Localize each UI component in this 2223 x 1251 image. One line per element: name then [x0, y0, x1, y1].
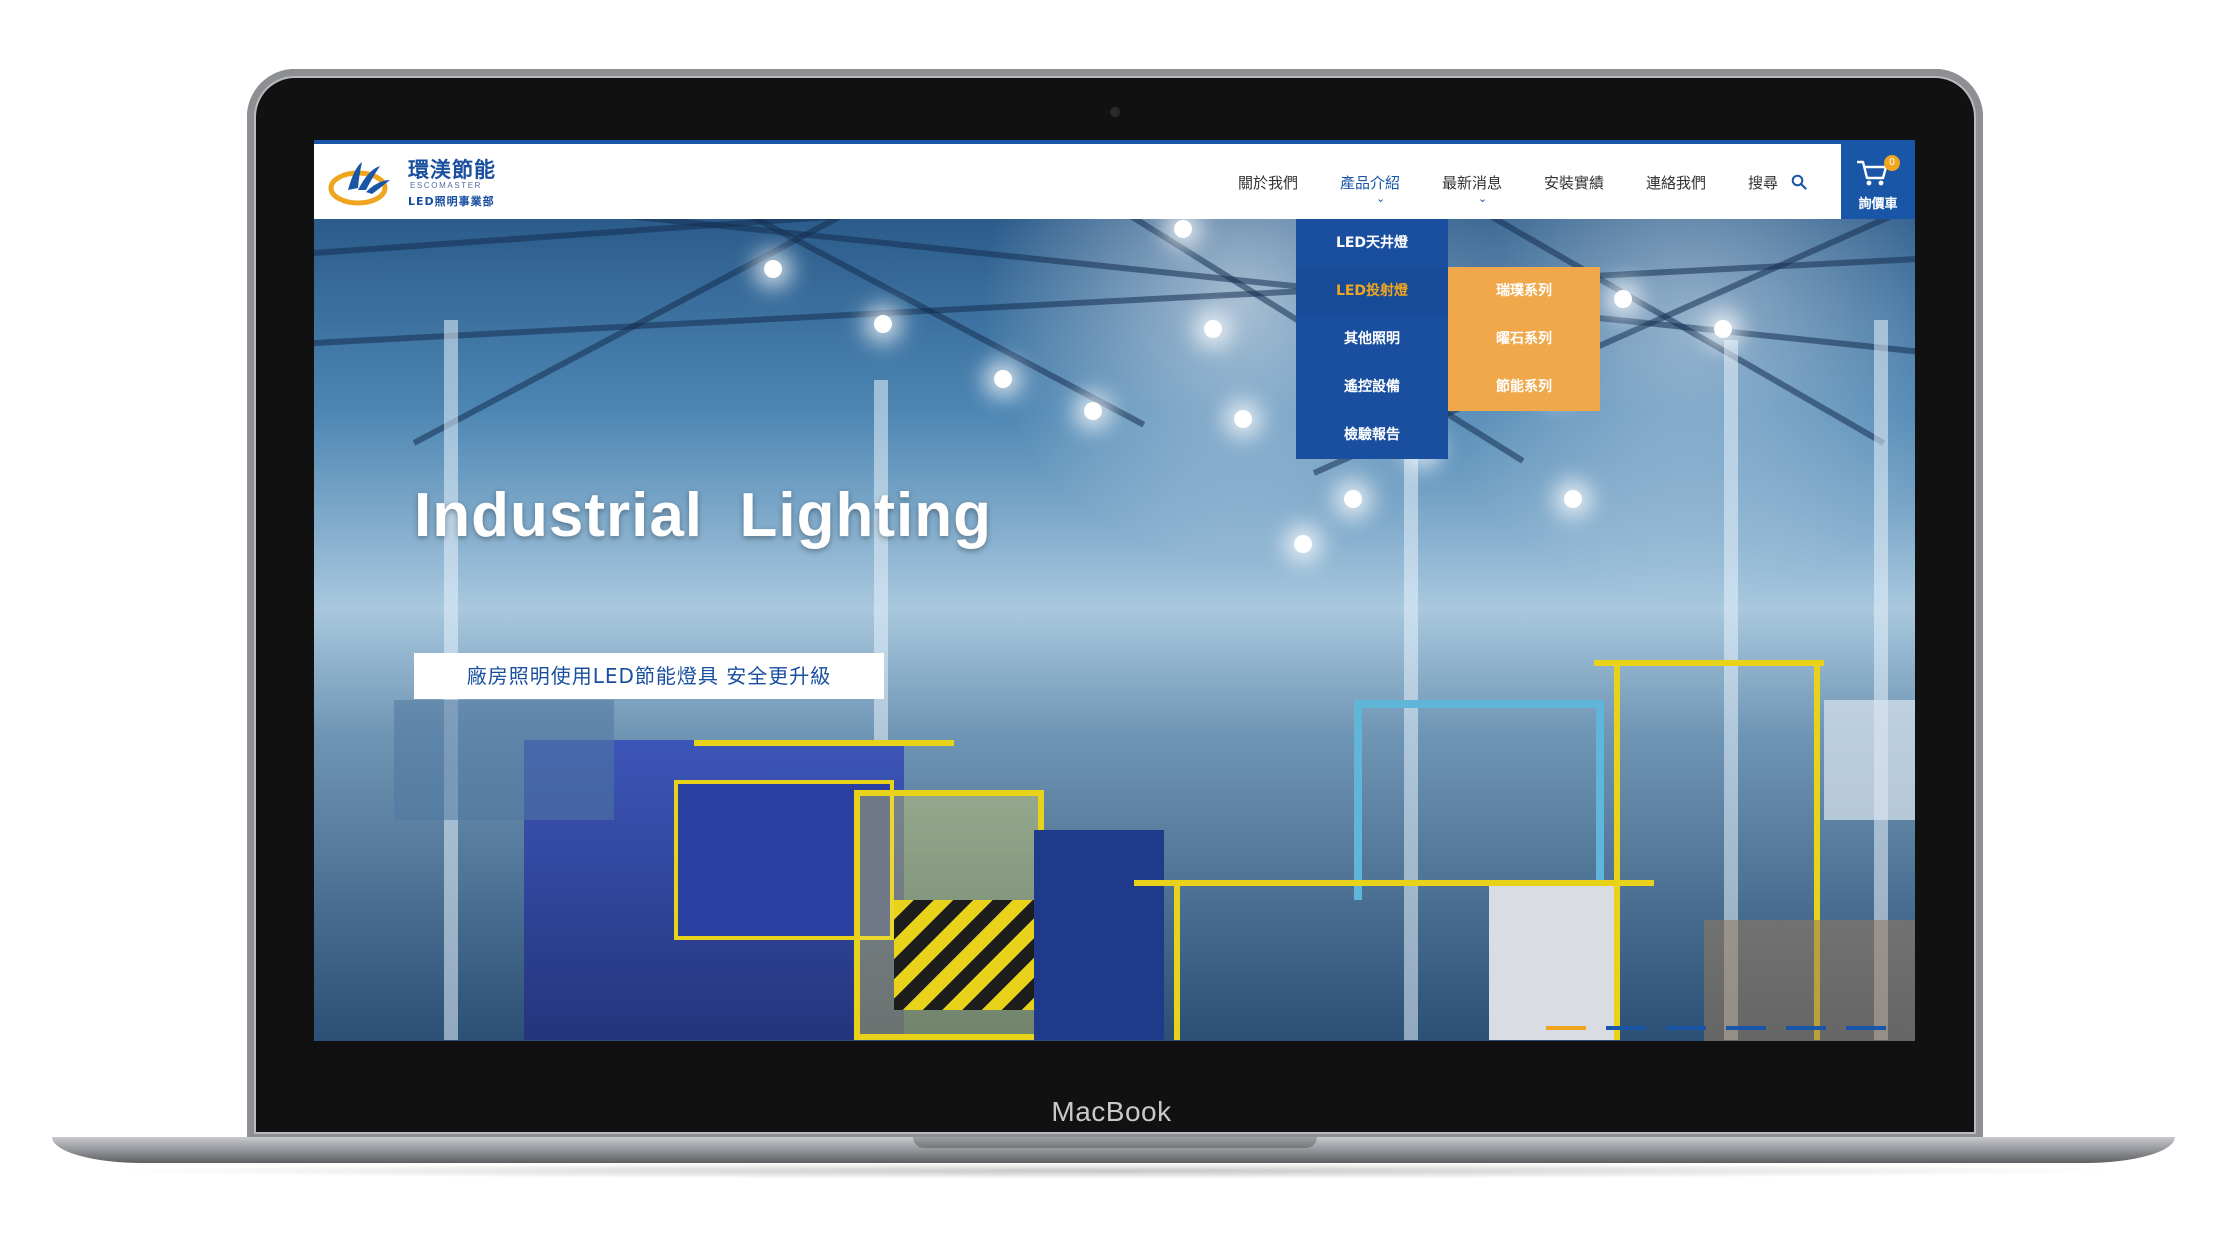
slider-dot-1[interactable]: [1546, 1026, 1586, 1030]
laptop-shadow: [90, 1163, 2140, 1179]
dropdown-item-test-reports[interactable]: 檢驗報告: [1296, 411, 1448, 459]
device-brand-label: MacBook: [1051, 1096, 1172, 1127]
nav-search[interactable]: 搜尋: [1748, 172, 1778, 193]
dropdown-item-led-highbay[interactable]: LED天井燈: [1296, 219, 1448, 267]
search-icon[interactable]: [1791, 174, 1807, 190]
logo-name-cn[interactable]: 環渼節能: [408, 154, 496, 184]
products-dropdown-menu: LED天井燈 LED投射燈 其他照明 遙控設備 檢驗報告: [1296, 219, 1448, 459]
logo-subtitle: LED照明事業部: [408, 195, 495, 208]
webcam-icon: [1110, 107, 1120, 117]
nav-contact[interactable]: 連絡我們: [1646, 172, 1706, 193]
nav-installations[interactable]: 安裝實績: [1544, 172, 1604, 193]
slider-dot-6[interactable]: [1846, 1026, 1886, 1030]
dropdown-item-remote-devices[interactable]: 遙控設備: [1296, 363, 1448, 411]
nav-products[interactable]: 產品介紹 ⌄: [1340, 172, 1401, 205]
laptop-screen: 環渼節能 ESCOMASTER LED照明事業部 關於我們 產品介紹 ⌄ 最新消…: [314, 140, 1915, 1041]
nav-about[interactable]: 關於我們: [1238, 172, 1298, 193]
cart-label: 詢價車: [1858, 197, 1898, 212]
nav-products-label: 產品介紹: [1340, 174, 1401, 192]
submenu-item-ruipu-series[interactable]: 瑞璞系列: [1448, 267, 1600, 315]
site-header: 環渼節能 ESCOMASTER LED照明事業部 關於我們 產品介紹 ⌄ 最新消…: [314, 140, 1915, 219]
submenu-item-yaoshi-series[interactable]: 曜石系列: [1448, 315, 1600, 363]
nav-news-label: 最新消息: [1442, 174, 1503, 192]
slider-dot-2[interactable]: [1606, 1026, 1646, 1030]
hero-subtitle: 廠房照明使用LED節能燈具 安全更升級: [414, 653, 884, 699]
floodlight-submenu: 瑞璞系列 曜石系列 節能系列: [1448, 267, 1600, 411]
cart-count-badge: 0: [1884, 155, 1900, 171]
slider-dot-3[interactable]: [1666, 1026, 1706, 1030]
slider-dot-5[interactable]: [1786, 1026, 1826, 1030]
laptop-hinge-notch: [913, 1137, 1317, 1148]
hero-title: Industrial Lighting: [414, 481, 992, 550]
dropdown-item-led-floodlight[interactable]: LED投射燈: [1296, 267, 1448, 315]
inquiry-cart-button[interactable]: 0 詢價車: [1841, 140, 1915, 219]
chevron-down-icon: ⌄: [1478, 192, 1488, 205]
dropdown-item-other-lighting[interactable]: 其他照明: [1296, 315, 1448, 363]
leaf-swoosh-logo-icon[interactable]: [328, 158, 396, 208]
chevron-down-icon: ⌄: [1376, 192, 1386, 205]
submenu-item-energy-saving-series[interactable]: 節能系列: [1448, 363, 1600, 411]
nav-news[interactable]: 最新消息 ⌄: [1442, 172, 1503, 205]
hero-background-image: [314, 140, 1915, 1041]
logo-name-en: ESCOMASTER: [410, 181, 483, 190]
slider-dot-4[interactable]: [1726, 1026, 1766, 1030]
